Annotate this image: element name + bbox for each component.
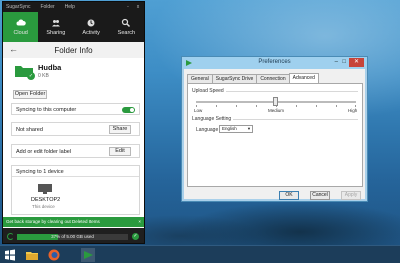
minimize-button[interactable]: -: [125, 4, 131, 10]
cancel-button[interactable]: Cancel: [310, 191, 330, 200]
menu-folder[interactable]: Folder: [40, 4, 54, 10]
upload-speed-group: Upload Speed Low Medium High: [192, 88, 358, 115]
sync-spinner-icon: [7, 233, 14, 240]
advanced-tab-panel: Upload Speed Low Medium High Language Se…: [187, 83, 363, 187]
syncing-row: Syncing to this computer: [11, 103, 140, 115]
devices-panel: Syncing to 1 device DESKTOP2 This device: [11, 165, 140, 215]
menu-help[interactable]: Help: [65, 4, 75, 10]
devices-header: Syncing to 1 device: [12, 166, 139, 177]
tab-sharing-label: Sharing: [46, 30, 66, 36]
folder-label-text: Add or edit folder label: [16, 149, 72, 155]
tip-close-icon[interactable]: ×: [138, 217, 141, 227]
slider-label-medium: Medium: [268, 108, 285, 113]
sugarsync-menubar: SugarSync Folder Help - x: [3, 2, 144, 12]
share-button[interactable]: Share: [109, 125, 131, 134]
preferences-dialog: Preferences – □ ✕ General SugarSync Driv…: [181, 56, 368, 202]
folder-size: 0 KB: [38, 73, 49, 79]
language-selected-value: English: [222, 126, 237, 131]
open-folder-button[interactable]: Open Folder: [13, 90, 47, 99]
folder-summary: ✓ Hudba 0 KB: [3, 58, 144, 86]
taskbar: [0, 245, 400, 263]
minimize-icon[interactable]: –: [335, 59, 338, 65]
language-group: Language Setting Language English ▼: [192, 116, 358, 139]
folder-label-row: Add or edit folder label Edit: [11, 144, 140, 158]
upload-speed-label: Upload Speed: [192, 88, 226, 94]
tab-search-label: Search: [117, 30, 136, 36]
sharing-row: Not shared Share: [11, 122, 140, 136]
tab-connection[interactable]: Connection: [256, 74, 290, 83]
preferences-titlebar: Preferences – □ ✕: [182, 57, 367, 69]
language-select[interactable]: English ▼: [219, 125, 253, 133]
storage-tip-text: Get back storage by clearing out Deleted…: [6, 219, 100, 224]
tab-activity[interactable]: Activity: [74, 12, 109, 42]
tab-cloud[interactable]: Cloud: [3, 12, 39, 42]
search-icon: [122, 18, 131, 28]
slider-label-high: High: [348, 108, 358, 113]
windows-start-icon[interactable]: [3, 248, 17, 262]
folder-info-header: ← Folder Info: [3, 42, 144, 58]
close-button[interactable]: x: [135, 4, 141, 10]
apply-button[interactable]: Apply: [341, 191, 361, 200]
computer-monitor-icon: [38, 184, 52, 194]
sugarsync-nav-tabs: Cloud Sharing Activity Search: [3, 12, 144, 42]
storage-usage-text: 37% of 5.00 GB used: [51, 234, 94, 239]
folder-name: Hudba: [38, 63, 62, 72]
language-label: Language: [196, 127, 219, 133]
tab-general[interactable]: General: [187, 74, 213, 83]
edit-button[interactable]: Edit: [109, 147, 131, 156]
syncing-toggle[interactable]: [122, 107, 135, 113]
toggle-knob: [130, 108, 134, 112]
firefox-icon[interactable]: [47, 248, 61, 262]
close-icon[interactable]: ✕: [349, 58, 364, 67]
page-title: Folder Info: [54, 45, 93, 55]
slider-label-low: Low: [194, 108, 203, 113]
device-subtitle: This device: [32, 204, 55, 209]
syncing-label: Syncing to this computer: [16, 107, 77, 113]
tab-activity-label: Activity: [82, 30, 100, 36]
preferences-tabs: General SugarSync Drive Connection Advan…: [187, 73, 319, 83]
chevron-down-icon: ▼: [247, 126, 251, 131]
status-ok-icon: ✓: [132, 233, 139, 240]
cloud-icon: [16, 19, 26, 26]
people-icon: [51, 20, 60, 27]
menu-sugarsync[interactable]: SugarSync: [6, 4, 30, 10]
activity-icon: [87, 19, 95, 27]
tab-search[interactable]: Search: [109, 12, 144, 42]
tab-sharing[interactable]: Sharing: [38, 12, 73, 42]
window-controls: - x: [121, 4, 141, 10]
sharing-status-label: Not shared: [16, 127, 43, 133]
preferences-title: Preferences: [258, 59, 291, 65]
upload-speed-slider-thumb[interactable]: [273, 97, 278, 106]
synced-check-icon: ✓: [27, 72, 35, 80]
device-name: DESKTOP2: [31, 197, 61, 203]
back-arrow-icon[interactable]: ←: [9, 44, 18, 54]
storage-usage-bar: 37% of 5.00 GB used: [17, 234, 128, 240]
tab-advanced[interactable]: Advanced: [288, 73, 319, 83]
storage-tip-banner[interactable]: Get back storage by clearing out Deleted…: [3, 217, 144, 227]
maximize-icon[interactable]: □: [342, 59, 346, 65]
language-setting-label: Language Setting: [192, 116, 234, 122]
sugarsync-app-icon[interactable]: [81, 248, 95, 262]
tab-sugarsync-drive[interactable]: SugarSync Drive: [211, 74, 258, 83]
tab-cloud-label: Cloud: [13, 30, 28, 36]
sugarsync-window: SugarSync Folder Help - x Cloud Sharing …: [2, 1, 145, 244]
file-explorer-icon[interactable]: [25, 248, 39, 262]
ok-button[interactable]: OK: [279, 191, 299, 200]
storage-status-bar: 37% of 5.00 GB used ✓: [3, 228, 144, 243]
